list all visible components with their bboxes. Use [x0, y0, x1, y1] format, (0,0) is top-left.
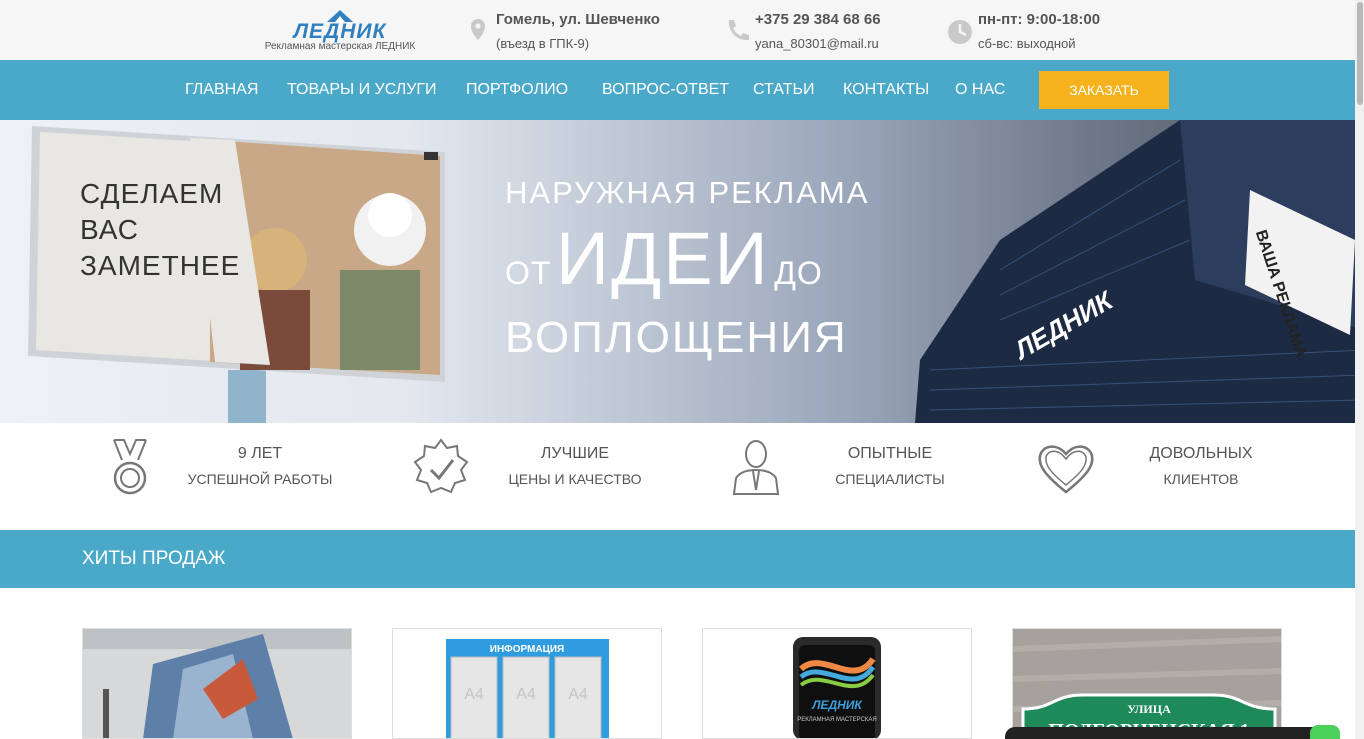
weekday-hours: пн-пт: 9:00-18:00 — [978, 11, 1101, 28]
specialist-icon — [732, 440, 780, 495]
feature-title: ЛУЧШИЕ — [540, 445, 610, 462]
hero-banner: СДЕЛАЕМ ВАС ЗАМЕТНЕЕ НАРУЖНАЯ РЕКЛАМА ОТ… — [0, 120, 1364, 423]
hero-slogan-line2: ОТ ИДЕИ ДО — [505, 216, 823, 301]
logo-tagline: Рекламная мастерская ЛЕДНИК — [264, 41, 416, 52]
feature-subtitle: КЛИЕНТОВ — [1163, 471, 1239, 487]
board-brand: ЛЕДНИК — [811, 698, 863, 712]
location-pin-icon — [471, 19, 485, 40]
billboard-line-1: СДЕЛАЕМ — [80, 178, 224, 209]
clock-icon — [948, 20, 972, 44]
feature-subtitle: УСПЕШНОЙ РАБОТЫ — [187, 471, 333, 487]
phone-icon — [728, 20, 749, 41]
feature-title: 9 ЛЕТ — [237, 445, 283, 462]
slogan-from: ОТ — [505, 255, 552, 291]
sign-top: УЛИЦА — [1127, 702, 1171, 716]
hero-slogan-line1: НАРУЖНАЯ РЕКЛАМА — [505, 175, 870, 210]
nav-articles[interactable]: СТАТЬИ — [753, 81, 814, 99]
street-sign-photo: УЛИЦА ПОДГОРНЕНСКАЯ 1 — [1013, 629, 1281, 738]
address-line: Гомель, ул. Шевченко — [496, 11, 660, 28]
quality-badge-icon — [413, 438, 469, 494]
info-board-title: ИНФОРМАЦИЯ — [490, 644, 565, 655]
info-stand-photo: ИНФОРМАЦИЯ А4 А4 А4 — [393, 629, 661, 738]
feature-experience: 9 ЛЕТ УСПЕШНОЙ РАБОТЫ — [100, 438, 340, 498]
email-link[interactable]: yana_80301@mail.ru — [755, 36, 879, 51]
wall-mural-photo — [83, 629, 351, 738]
nav-portfolio[interactable]: ПОРТФОЛИО — [466, 81, 568, 99]
scrollbar-thumb[interactable] — [1357, 2, 1363, 105]
nav-home[interactable]: ГЛАВНАЯ — [185, 81, 258, 99]
bestsellers-header: ХИТЫ ПРОДАЖ — [0, 530, 1364, 588]
heart-icon — [1038, 445, 1094, 494]
top-bar: ЛЕДНИК Рекламная мастерская ЛЕДНИК Гомел… — [0, 0, 1364, 60]
scrollbar-track[interactable] — [1355, 0, 1364, 739]
billboard-text: СДЕЛАЕМ ВАС ЗАМЕТНЕЕ — [80, 176, 240, 284]
main-nav: ГЛАВНАЯ ТОВАРЫ И УСЛУГИ ПОРТФОЛИО ВОПРОС… — [0, 60, 1364, 120]
billboard-line-2: ВАС — [80, 214, 140, 245]
nav-contacts[interactable]: КОНТАКТЫ — [843, 81, 929, 99]
weekend-hours: сб-вс: выходной — [978, 36, 1076, 51]
chat-widget[interactable] — [1005, 727, 1335, 739]
hero-slogan-line3: ВОПЛОЩЕНИЯ — [505, 313, 848, 362]
product-card-info-stand[interactable]: ИНФОРМАЦИЯ А4 А4 А4 — [392, 628, 662, 739]
medal-icon — [113, 439, 147, 495]
nav-products-services[interactable]: ТОВАРЫ И УСЛУГИ — [287, 81, 437, 99]
feature-subtitle: ЦЕНЫ И КАЧЕСТВО — [508, 471, 642, 487]
slogan-to: ДО — [774, 255, 823, 291]
slogan-idea: ИДЕИ — [555, 217, 770, 300]
pocket-label: А4 — [568, 686, 588, 703]
pocket-label: А4 — [516, 686, 536, 703]
chat-button[interactable] — [1310, 725, 1340, 739]
feature-subtitle: СПЕЦИАЛИСТЫ — [835, 471, 945, 487]
phone-number[interactable]: +375 29 384 68 66 — [755, 11, 881, 28]
billboard-line-3: ЗАМЕТНЕЕ — [80, 250, 241, 281]
pocket-label: А4 — [464, 686, 484, 703]
address-note: (въезд в ГПК-9) — [496, 36, 590, 51]
feature-quality: ЛУЧШИЕ ЦЕНЫ И КАЧЕСТВО — [411, 438, 651, 498]
contact-block: +375 29 384 68 66 yana_80301@mail.ru — [723, 10, 913, 54]
board-brand-tag: РЕКЛАМНАЯ МАСТЕРСКАЯ — [797, 717, 877, 723]
logo[interactable]: ЛЕДНИК Рекламная мастерская ЛЕДНИК — [255, 8, 425, 54]
section-title: ХИТЫ ПРОДАЖ — [82, 548, 226, 569]
product-card-street-sign[interactable]: УЛИЦА ПОДГОРНЕНСКАЯ 1 — [1012, 628, 1282, 739]
nav-about[interactable]: О НАС — [955, 81, 1005, 99]
product-card-menu-board[interactable]: ЛЕДНИК РЕКЛАМНАЯ МАСТЕРСКАЯ — [702, 628, 972, 739]
hours-block: пн-пт: 9:00-18:00 сб-вс: выходной — [946, 10, 1126, 54]
menu-board-photo: ЛЕДНИК РЕКЛАМНАЯ МАСТЕРСКАЯ — [703, 629, 971, 738]
nav-faq[interactable]: ВОПРОС-ОТВЕТ — [602, 81, 729, 99]
feature-title: ОПЫТНЫЕ — [847, 445, 933, 462]
address-block: Гомель, ул. Шевченко (въезд в ГПК-9) — [464, 10, 684, 54]
order-button[interactable]: ЗАКАЗАТЬ — [1039, 71, 1169, 109]
feature-title: ДОВОЛЬНЫХ — [1149, 445, 1253, 462]
product-card-mural[interactable] — [82, 628, 352, 739]
feature-clients: ДОВОЛЬНЫХ КЛИЕНТОВ — [1036, 438, 1276, 498]
feature-specialists: ОПЫТНЫЕ СПЕЦИАЛИСТЫ — [726, 438, 966, 498]
